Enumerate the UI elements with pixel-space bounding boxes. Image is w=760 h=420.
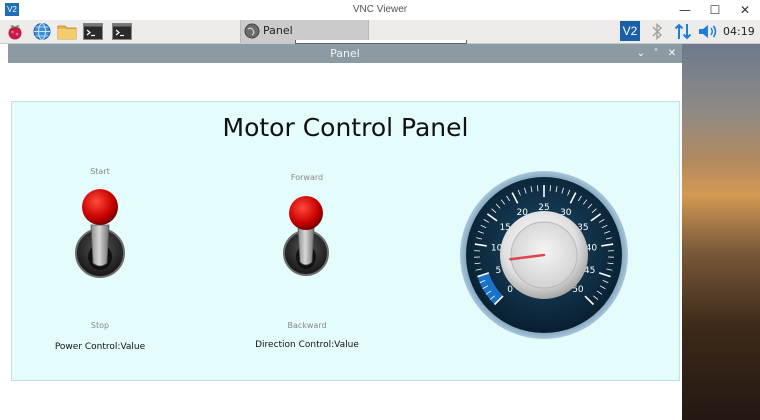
app-title: Panel	[330, 47, 360, 60]
gauge-minor-tick	[549, 185, 551, 192]
gauge-tick-label: 0	[507, 285, 513, 295]
vnc-minimize-button[interactable]: —	[670, 0, 700, 20]
speed-gauge: 05101520253035404550	[460, 171, 628, 339]
motor-control-panel: Motor Control Panel Start Stop Power Con…	[11, 101, 680, 381]
taskbar: Panel V2 04:19	[0, 20, 760, 44]
network-icon[interactable]	[674, 22, 692, 41]
app-titlebar: Panel ⌄ ˄ ✕	[8, 44, 682, 63]
power-toggle-switch[interactable]	[72, 187, 128, 282]
app-globe-icon	[244, 23, 260, 39]
power-off-label: Stop	[90, 321, 110, 330]
vnc-server-icon[interactable]: V2	[620, 21, 640, 41]
raspberry-menu-icon[interactable]	[5, 22, 25, 41]
terminal-icon[interactable]	[83, 22, 103, 41]
vnc-window-title: VNC Viewer	[352, 4, 408, 15]
panel-title: Motor Control Panel	[222, 113, 469, 142]
vnc-maximize-button[interactable]: ☐	[700, 0, 730, 20]
clock: 04:19	[723, 25, 755, 38]
file-manager-icon[interactable]	[57, 22, 77, 41]
app-maximize-button[interactable]: ˄	[649, 44, 663, 63]
direction-backward-label: Backward	[287, 321, 327, 330]
terminal-icon[interactable]	[112, 22, 132, 41]
gauge-tick-label: 5	[495, 266, 501, 276]
taskbar-task-label: Panel	[263, 24, 293, 37]
volume-icon[interactable]	[698, 23, 718, 40]
app-close-button[interactable]: ✕	[665, 44, 679, 63]
panel-app-window: Panel ⌄ ˄ ✕ Motor Control Panel Start St…	[8, 44, 682, 420]
vnc-close-button[interactable]: ✕	[730, 0, 760, 20]
vnc-window-titlebar: V2 VNC Viewer — ☐ ✕	[0, 0, 760, 21]
direction-control-value: Direction Control:Value	[255, 340, 359, 350]
desktop-wallpaper	[682, 44, 760, 420]
web-browser-icon[interactable]	[32, 22, 52, 41]
power-on-label: Start	[90, 167, 110, 176]
direction-toggle-switch[interactable]	[282, 194, 330, 280]
bluetooth-icon[interactable]	[650, 23, 664, 40]
power-control-value: Power Control:Value	[54, 342, 146, 352]
app-minimize-button[interactable]: ⌄	[634, 44, 648, 63]
direction-forward-label: Forward	[290, 173, 324, 182]
gauge-minor-tick	[537, 185, 539, 192]
